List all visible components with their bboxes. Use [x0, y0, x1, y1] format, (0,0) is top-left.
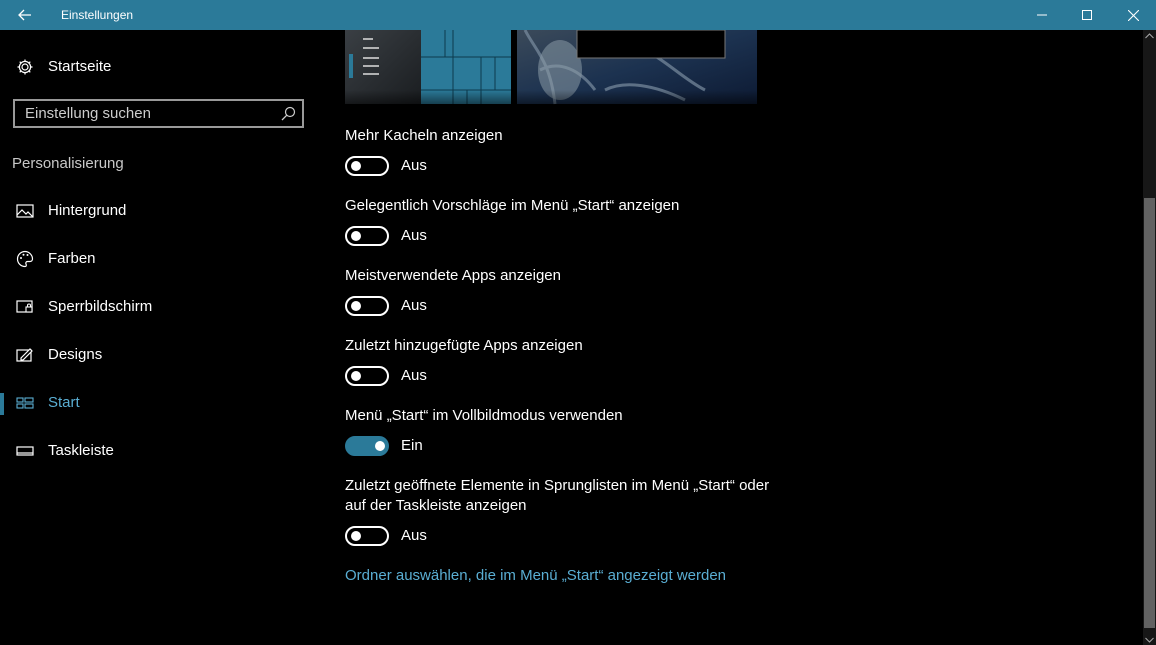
sidebar-item-taskleiste[interactable]: Taskleiste: [0, 431, 320, 471]
toggle-state-suggestions: Aus: [401, 227, 427, 244]
choose-folders-link[interactable]: Ordner auswählen, die im Menü „Start“ an…: [345, 567, 726, 584]
toggle-most-used[interactable]: [345, 296, 389, 316]
sidebar-item-label: Farben: [48, 250, 96, 267]
title-bar: Einstellungen: [0, 0, 1156, 30]
close-button[interactable]: [1110, 0, 1156, 30]
start-tiles-icon: [16, 397, 34, 409]
start-preview-graphic: [345, 30, 757, 116]
sidebar: Startseite Personalisierung Hintergrund …: [0, 30, 320, 645]
setting-label-fullscreen: Menü „Start“ im Vollbildmodus verwenden: [345, 407, 623, 424]
taskbar-icon: [16, 446, 34, 456]
setting-label-jump-lists-line1: Zuletzt geöffnete Elemente in Sprunglist…: [345, 477, 770, 494]
sidebar-item-sperrbildschirm[interactable]: Sperrbildschirm: [0, 287, 320, 327]
sidebar-item-label: Taskleiste: [48, 442, 114, 459]
minimize-icon: [1037, 14, 1047, 16]
back-button[interactable]: [0, 0, 49, 30]
toggle-knob: [375, 441, 385, 451]
toggle-knob: [351, 301, 361, 311]
search-icon[interactable]: [281, 106, 296, 121]
toggle-more-tiles[interactable]: [345, 156, 389, 176]
scrollbar-thumb[interactable]: [1144, 198, 1155, 628]
sidebar-item-start[interactable]: Start: [0, 383, 320, 423]
maximize-icon: [1082, 10, 1092, 20]
toggle-knob: [351, 231, 361, 241]
sidebar-home[interactable]: Startseite: [0, 47, 320, 87]
sidebar-item-designs[interactable]: Designs: [0, 335, 320, 375]
lock-screen-icon: [16, 300, 33, 313]
close-icon: [1127, 9, 1139, 21]
sidebar-item-label: Designs: [48, 346, 103, 363]
section-title: Personalisierung: [12, 155, 124, 172]
palette-icon: [16, 250, 34, 268]
maximize-button[interactable]: [1064, 0, 1110, 30]
setting-label-suggestions: Gelegentlich Vorschläge im Menü „Start“ …: [345, 197, 680, 214]
scroll-down-icon[interactable]: [1145, 637, 1154, 643]
toggle-recently-added[interactable]: [345, 366, 389, 386]
toggle-knob: [351, 531, 361, 541]
window-title: Einstellungen: [61, 8, 134, 22]
sidebar-home-label: Startseite: [48, 58, 112, 75]
search-box[interactable]: [13, 99, 304, 128]
toggle-state-more-tiles: Aus: [401, 157, 427, 174]
setting-label-recently-added: Zuletzt hinzugefügte Apps anzeigen: [345, 337, 583, 354]
designs-icon: [16, 348, 33, 362]
toggle-state-jump-lists: Aus: [401, 527, 427, 544]
sidebar-item-label: Sperrbildschirm: [48, 298, 153, 315]
scrollbar[interactable]: [1143, 30, 1156, 645]
scroll-up-icon[interactable]: [1145, 33, 1154, 39]
toggle-state-most-used: Aus: [401, 297, 427, 314]
toggle-knob: [351, 161, 361, 171]
sidebar-item-hintergrund[interactable]: Hintergrund: [0, 191, 320, 231]
toggle-suggestions[interactable]: [345, 226, 389, 246]
active-indicator: [0, 393, 4, 415]
setting-label-jump-lists-line2: auf der Taskleiste anzeigen: [345, 497, 527, 514]
setting-label-most-used: Meistverwendete Apps anzeigen: [345, 267, 561, 284]
setting-label-more-tiles: Mehr Kacheln anzeigen: [345, 127, 503, 144]
sidebar-item-farben[interactable]: Farben: [0, 239, 320, 279]
gear-icon: [17, 59, 33, 75]
toggle-state-recently-added: Aus: [401, 367, 427, 384]
sidebar-item-label: Hintergrund: [48, 202, 127, 219]
back-arrow-icon: [17, 9, 31, 21]
toggle-knob: [351, 371, 361, 381]
minimize-button[interactable]: [1019, 0, 1065, 30]
toggle-state-fullscreen: Ein: [401, 437, 423, 454]
toggle-fullscreen[interactable]: [345, 436, 389, 456]
sidebar-item-label: Start: [48, 394, 80, 411]
toggle-jump-lists[interactable]: [345, 526, 389, 546]
search-input[interactable]: [15, 101, 295, 126]
start-preview-image: [345, 30, 757, 116]
picture-icon: [16, 204, 34, 218]
